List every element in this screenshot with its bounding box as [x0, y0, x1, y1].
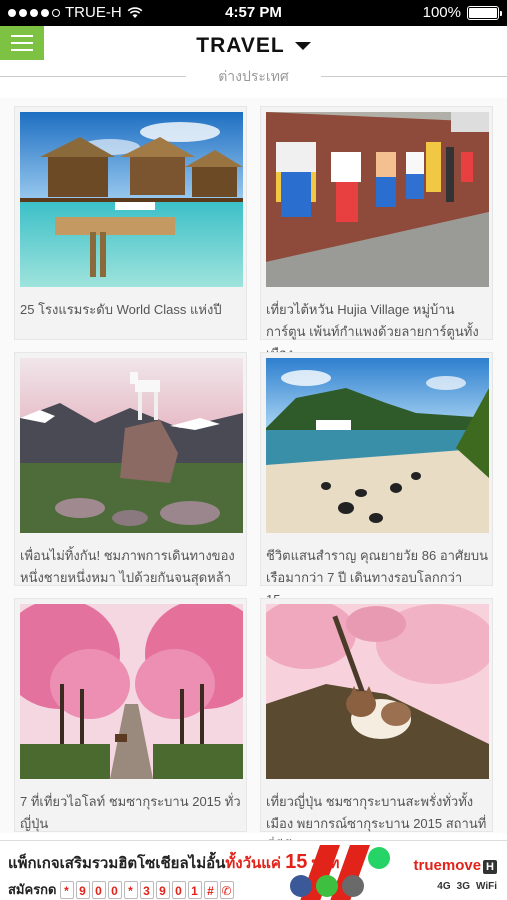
brand-name: truemove [413, 857, 482, 874]
instagram-icon [342, 875, 364, 897]
tag-4g: 4G [437, 881, 451, 892]
article-thumbnail[interactable] [20, 604, 243, 779]
subcategory-label: ต่างประเทศ [218, 68, 289, 84]
section-title-wrap: TRAVEL [0, 34, 507, 58]
dial-key: 0 [171, 880, 186, 899]
ad-dial-code: * 9 0 0 * 3 9 0 1 # ✆ [59, 880, 234, 899]
facebook-icon [290, 875, 312, 897]
tag-wifi: WiFi [475, 881, 497, 892]
section-title: TRAVEL [196, 34, 285, 57]
brand-badge: H [483, 860, 497, 874]
article-title[interactable]: 25 โรงแรมระดับ World Class แห่งปี [20, 299, 243, 321]
cherry-blossom-avenue-image [20, 604, 243, 779]
article-card[interactable]: เพื่อนไม่ทิ้งกัน! ชมภาพการเดินทางของหนึ่… [14, 352, 247, 586]
dial-key: * [59, 880, 74, 899]
ad-banner[interactable]: แพ็กเกจเสริมรวมฮิตโซเชียลไม่อั้นทั้งวันแ… [0, 840, 507, 900]
article-card[interactable]: 7 ที่เที่ยวไอโลท์ ชมซากุระบาน 2015 ทั่วญ… [14, 598, 247, 832]
article-card[interactable]: เที่ยวไต้หวัน Hujia Village หมู่บ้านการ์… [260, 106, 493, 361]
battery-icon [467, 5, 502, 20]
ad-signup-label: สมัครกด [8, 882, 57, 897]
tag-3g: 3G [456, 881, 470, 892]
truemove-logo: truemove H [414, 857, 497, 874]
article-thumbnail[interactable] [20, 358, 243, 533]
article-card[interactable]: เที่ยวญี่ปุ่น ชมซากุระบานสะพรั่งทั่วทั้ง… [260, 598, 493, 853]
app-header: TRAVEL [0, 26, 507, 66]
dial-key: * [123, 880, 138, 899]
dial-key: 9 [75, 880, 90, 899]
line-icon [316, 875, 338, 897]
pixel-mural-image [266, 112, 489, 287]
ad-headline: แพ็กเกจเสริมรวมฮิตโซเชียลไม่อั้นทั้งวันแ… [8, 851, 339, 875]
dial-key: 1 [187, 880, 202, 899]
battery-percent: 100% [422, 4, 461, 21]
dial-key: 9 [155, 880, 170, 899]
ad-signup-code: สมัครกด * 9 0 0 * 3 9 0 1 # ✆ [8, 879, 234, 900]
cat-under-blossom-image [266, 604, 489, 779]
dial-key: # [203, 880, 218, 899]
dial-key: 3 [139, 880, 154, 899]
phone-icon: ✆ [219, 880, 234, 899]
article-card[interactable]: ชีวิตแสนสำราญ คุณยายวัย 86 อาศัยบนเรือมา… [260, 352, 493, 607]
article-title[interactable]: 7 ที่เที่ยวไอโลท์ ชมซากุระบาน 2015 ทั่วญ… [20, 791, 243, 835]
ad-headline-highlight: ทั้งวันแค่ [225, 855, 281, 872]
article-grid: 25 โรงแรมระดับ World Class แห่งปี เที่ยว… [0, 98, 507, 853]
divider-right [321, 76, 507, 77]
subcategory-row: ต่างประเทศ [0, 66, 507, 90]
ad-headline-text: แพ็กเกจเสริมรวมฮิตโซเชียลไม่อั้น [8, 855, 226, 872]
article-thumbnail[interactable] [266, 112, 489, 287]
article-thumbnail[interactable] [266, 358, 489, 533]
section-dropdown[interactable]: TRAVEL [196, 34, 311, 58]
cruise-beach-image [266, 358, 489, 533]
overwater-bungalow-image [20, 112, 243, 287]
status-bar: TRUE-H 4:57 PM 100% [0, 0, 507, 26]
article-card[interactable]: 25 โรงแรมระดับ World Class แห่งปี [14, 106, 247, 340]
article-title[interactable]: เพื่อนไม่ทิ้งกัน! ชมภาพการเดินทางของหนึ่… [20, 545, 243, 589]
dial-key: 0 [91, 880, 106, 899]
dog-on-rock-image [20, 358, 243, 533]
battery-info: 100% [422, 4, 502, 21]
article-thumbnail[interactable] [266, 604, 489, 779]
dial-key: 0 [107, 880, 122, 899]
article-thumbnail[interactable] [20, 112, 243, 287]
whatsapp-icon [368, 847, 390, 869]
caret-down-icon [294, 42, 311, 50]
network-tags: 4G 3G WiFi [437, 881, 497, 892]
